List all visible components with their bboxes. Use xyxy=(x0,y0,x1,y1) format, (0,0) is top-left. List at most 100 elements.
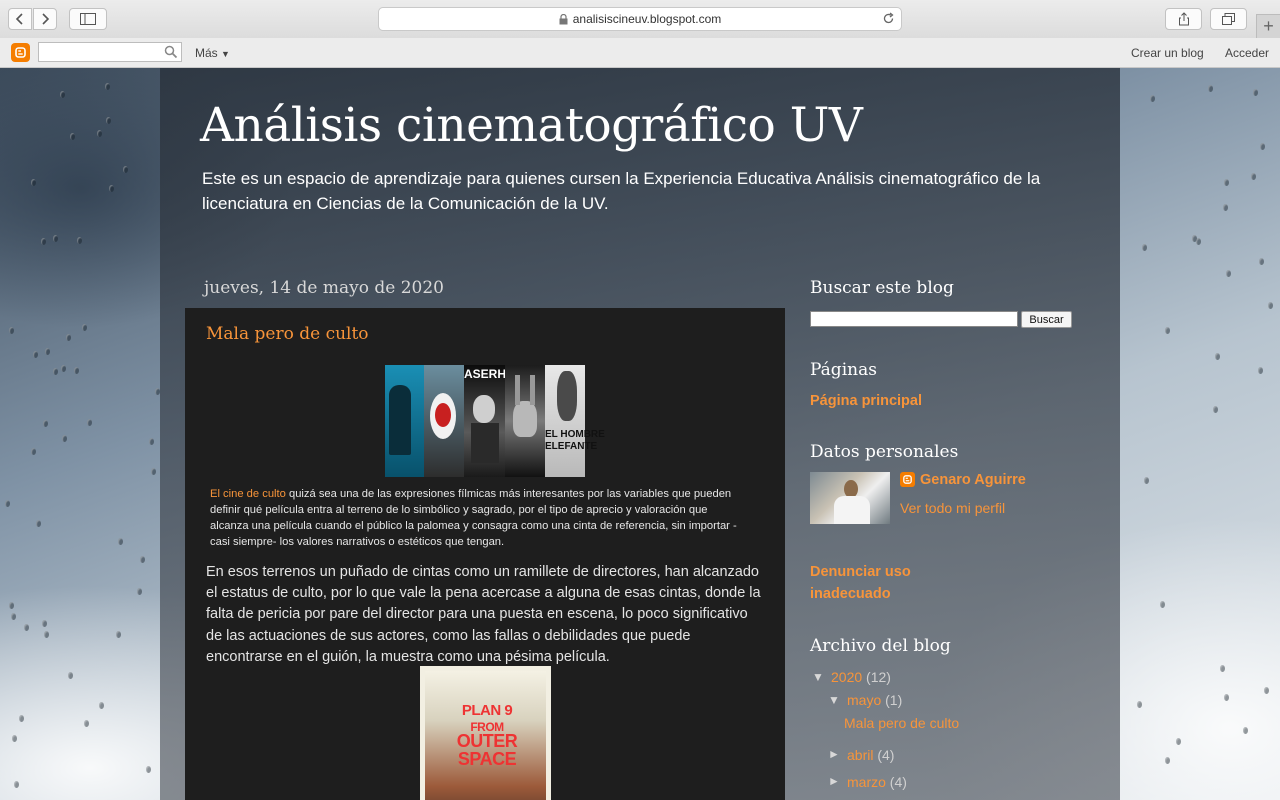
archive-month-link[interactable]: abril (4) xyxy=(847,747,894,763)
chevron-right-icon xyxy=(42,13,50,25)
url-text: analisiscineuv.blogspot.com xyxy=(572,12,722,26)
rain-drop xyxy=(106,117,112,125)
archive-month-label: marzo xyxy=(847,774,886,790)
archive-month-label: mayo xyxy=(847,692,882,708)
tabs-icon xyxy=(1222,13,1235,25)
post-title[interactable]: Mala pero de culto xyxy=(206,324,369,344)
poster-title-word: OUTER xyxy=(456,731,518,751)
cult-cinema-link[interactable]: El cine de culto xyxy=(210,488,286,500)
plus-icon: + xyxy=(1263,16,1274,36)
blog-title[interactable]: Análisis cinematográfico UV xyxy=(200,98,863,153)
sign-in-link[interactable]: Acceder xyxy=(1225,46,1269,60)
rain-drop xyxy=(1165,756,1170,764)
rain-drop xyxy=(1195,237,1201,245)
blog-description: Este es un espacio de aprendizaje para q… xyxy=(202,169,1041,213)
blog-search-button[interactable]: Buscar xyxy=(1021,311,1072,328)
archive-month-count: (4) xyxy=(877,747,895,763)
back-button[interactable] xyxy=(8,8,32,30)
rain-drop xyxy=(1259,258,1265,266)
collapse-toggle-icon[interactable]: ► xyxy=(828,774,840,788)
rain-drop xyxy=(53,234,59,242)
new-tab-button[interactable]: + xyxy=(1256,14,1280,38)
rain-drop xyxy=(9,601,15,609)
content-outer: Análisis cinematográfico UV Este es un e… xyxy=(160,68,1120,800)
archive-month-count: (4) xyxy=(889,774,907,790)
collapse-toggle-icon[interactable]: ► xyxy=(828,747,840,761)
blogger-navbar: Más ▼ Crear un blog Acceder xyxy=(0,38,1280,68)
share-button[interactable] xyxy=(1165,8,1202,30)
poster-title-word: SPACE xyxy=(457,749,517,769)
rain-drop xyxy=(45,348,51,356)
lock-icon xyxy=(559,13,568,25)
create-blog-link[interactable]: Crear un blog xyxy=(1131,46,1204,60)
rain-drop xyxy=(1225,270,1231,278)
profile-name-link[interactable]: Genaro Aguirre xyxy=(920,472,1026,488)
sidebar-toggle-button[interactable] xyxy=(69,8,107,30)
tabs-overview-button[interactable] xyxy=(1210,8,1247,30)
search-widget-heading: Buscar este blog xyxy=(810,278,954,298)
rain-drop xyxy=(1208,85,1214,93)
search-icon[interactable] xyxy=(164,45,178,64)
rain-drop xyxy=(122,166,128,174)
navbar-search-input[interactable] xyxy=(38,42,182,62)
forward-button[interactable] xyxy=(33,8,57,30)
rain-drop xyxy=(1220,665,1226,673)
archive-year-link[interactable]: 2020 (12) xyxy=(831,669,891,685)
rain-drop xyxy=(33,351,39,359)
post-intro-paragraph: El cine de culto quizá sea una de las ex… xyxy=(210,486,740,550)
rain-drop xyxy=(13,781,19,789)
view-full-profile-link[interactable]: Ver todo mi perfil xyxy=(900,500,1005,516)
browser-toolbar: analisiscineuv.blogspot.com + xyxy=(0,0,1280,39)
report-abuse-link-line1[interactable]: Denunciar uso xyxy=(810,564,911,580)
caret-down-icon: ▼ xyxy=(221,49,230,59)
rain-drop xyxy=(40,238,46,246)
archive-month-label: abril xyxy=(847,747,874,763)
rain-drop xyxy=(1264,687,1270,695)
blogger-logo-icon[interactable] xyxy=(11,43,30,62)
profile-widget-heading: Datos personales xyxy=(810,442,959,462)
archive-year-count: (12) xyxy=(866,669,891,685)
expand-toggle-icon[interactable]: ▼ xyxy=(828,693,840,707)
rain-drop xyxy=(44,630,50,638)
rain-drop xyxy=(154,387,160,395)
rain-drop xyxy=(66,333,72,341)
rain-drop xyxy=(23,624,29,632)
rain-drop xyxy=(77,237,83,245)
collage-word: ELEFANTE xyxy=(545,441,598,452)
profile-photo[interactable] xyxy=(810,472,890,524)
archive-month-link[interactable]: mayo (1) xyxy=(847,692,902,708)
collage-word: EL HOMBRE xyxy=(545,429,605,440)
archive-month-link[interactable]: marzo (4) xyxy=(847,774,907,790)
rain-drop xyxy=(98,702,104,710)
share-icon xyxy=(1178,12,1189,26)
rain-drop xyxy=(1243,726,1249,734)
rain-drop xyxy=(74,366,80,374)
reload-icon[interactable] xyxy=(882,12,895,25)
rain-drop xyxy=(68,671,74,679)
rain-drop xyxy=(35,520,41,528)
cult-films-collage-image[interactable]: ASERHEA EL HOMBRE ELEFANTE xyxy=(385,365,605,477)
home-page-link[interactable]: Página principal xyxy=(810,393,922,409)
rain-drop xyxy=(31,179,37,187)
blog-search-input[interactable] xyxy=(810,311,1018,327)
rain-drop xyxy=(1144,477,1150,485)
rain-drop xyxy=(108,185,114,193)
expand-toggle-icon[interactable]: ▼ xyxy=(812,670,824,684)
rain-drop xyxy=(43,419,49,427)
more-menu-label: Más xyxy=(195,46,218,60)
archive-post-link[interactable]: Mala pero de culto xyxy=(844,715,959,731)
page-background: Análisis cinematográfico UV Este es un e… xyxy=(0,68,1280,800)
report-abuse-link-line2[interactable]: inadecuado xyxy=(810,586,891,602)
post-date: jueves, 14 de mayo de 2020 xyxy=(204,278,444,298)
rain-drop xyxy=(53,368,59,376)
more-menu[interactable]: Más ▼ xyxy=(195,46,230,60)
blogger-profile-icon xyxy=(900,472,915,487)
address-bar[interactable]: analisiscineuv.blogspot.com xyxy=(378,7,902,31)
plan-9-poster-image[interactable]: PLAN 9 FROM OUTER SPACE xyxy=(420,666,551,800)
rain-drop xyxy=(1257,367,1263,375)
rain-drop xyxy=(1165,326,1171,334)
rain-drop xyxy=(1214,352,1220,360)
poster-title-word: PLAN 9 xyxy=(461,702,513,719)
post-body-paragraph: En esos terrenos un puñado de cintas com… xyxy=(206,564,761,665)
rain-drop xyxy=(1213,405,1219,413)
